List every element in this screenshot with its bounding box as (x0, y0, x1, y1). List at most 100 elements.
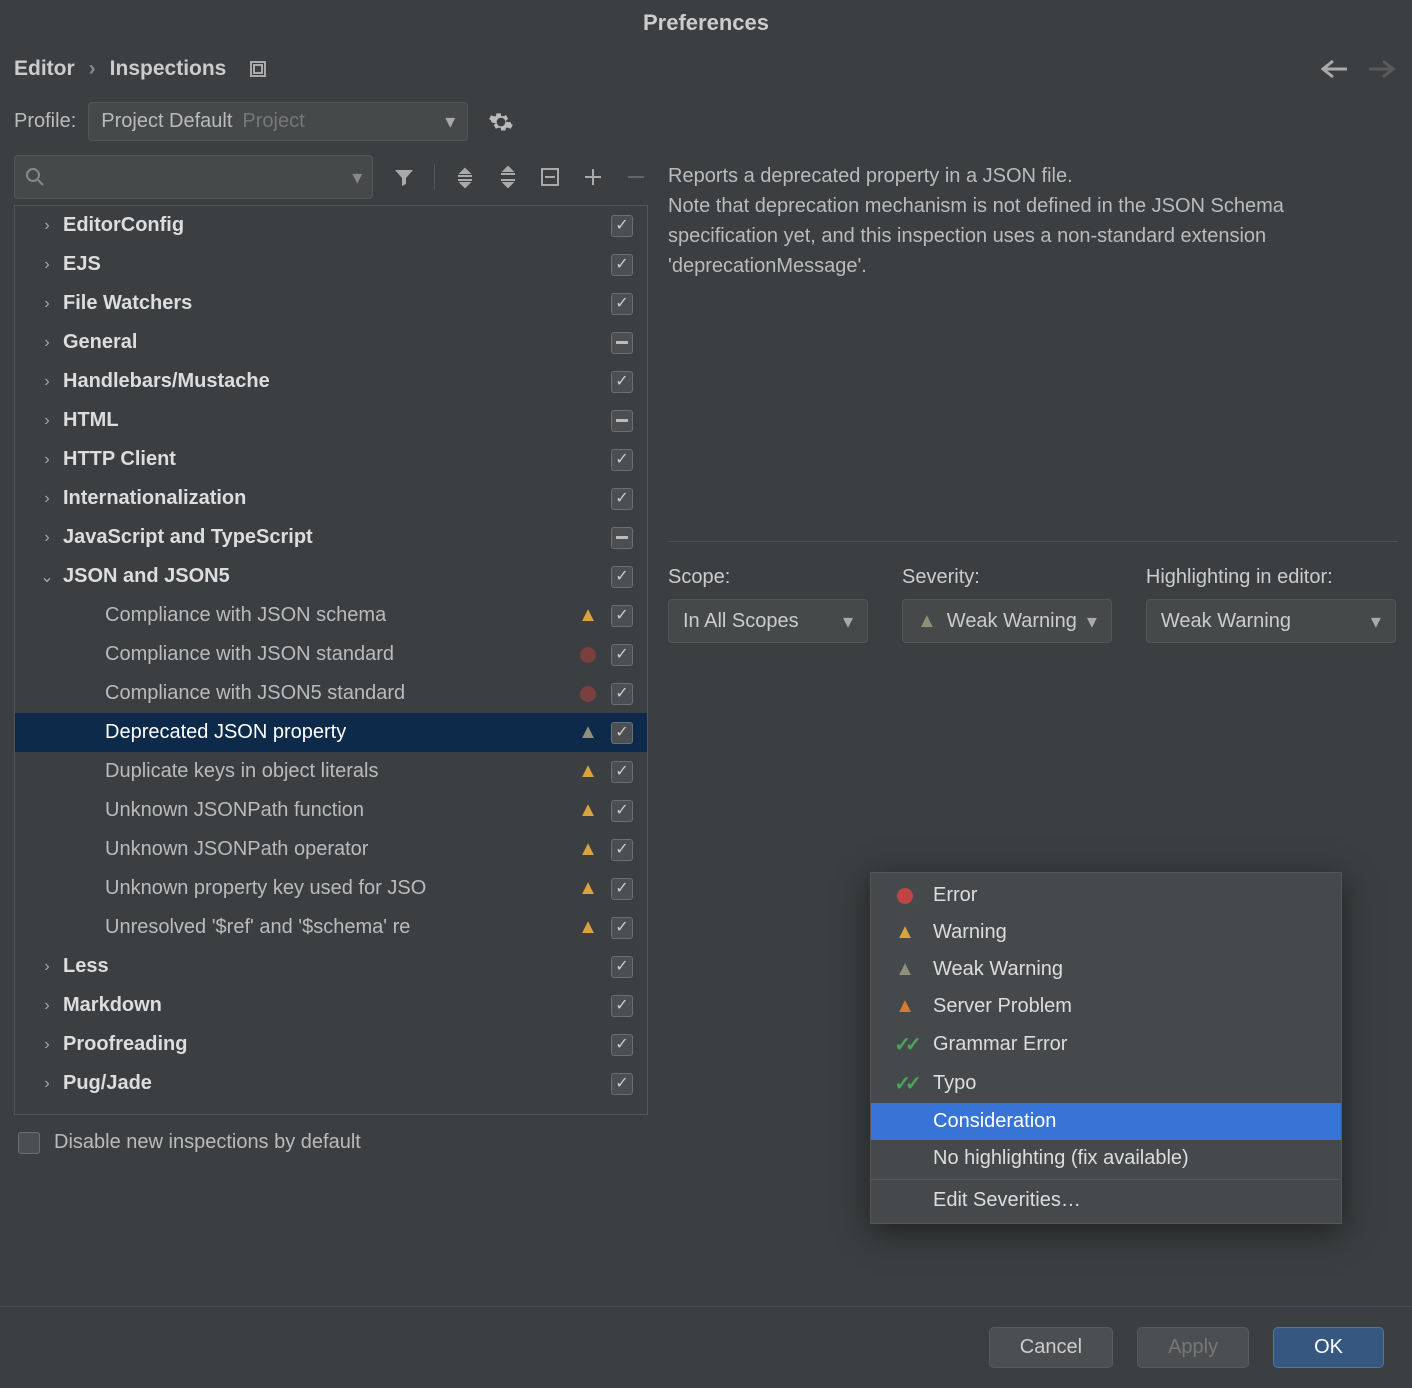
inspection-category[interactable]: › EJS (15, 245, 647, 284)
inspection-checkbox[interactable] (611, 566, 633, 588)
inspection-checkbox[interactable] (611, 215, 633, 237)
inspection-item[interactable]: Unresolved '$ref' and '$schema' re ▲ (15, 908, 647, 947)
chevron-icon[interactable]: › (37, 373, 57, 391)
breadcrumb-root[interactable]: Editor (14, 57, 75, 81)
severity-option[interactable]: Consideration (871, 1103, 1341, 1140)
tree-item-label: HTML (63, 409, 119, 432)
severity-option[interactable]: Error (871, 877, 1341, 914)
inspection-category[interactable]: › Markdown (15, 986, 647, 1025)
severity-icon: ✓✓ (893, 1032, 917, 1057)
remove-icon[interactable] (623, 164, 648, 190)
cancel-button[interactable]: Cancel (989, 1327, 1113, 1368)
inspection-checkbox[interactable] (611, 839, 633, 861)
inspection-category[interactable]: › General (15, 323, 647, 362)
inspection-checkbox[interactable] (611, 956, 633, 978)
inspection-category[interactable]: › File Watchers (15, 284, 647, 323)
inspection-item[interactable]: Unknown JSONPath operator ▲ (15, 830, 647, 869)
inspection-checkbox[interactable] (611, 371, 633, 393)
tree-item-label: Deprecated JSON property (105, 721, 346, 744)
inspection-item[interactable]: Unknown JSONPath function ▲ (15, 791, 647, 830)
chevron-icon[interactable]: › (37, 295, 57, 313)
inspection-category[interactable]: › JavaScript and TypeScript (15, 518, 647, 557)
inspection-checkbox[interactable] (611, 254, 633, 276)
tree-item-label: JSON and JSON5 (63, 565, 230, 588)
collapse-all-icon[interactable] (495, 164, 520, 190)
inspection-checkbox[interactable] (611, 917, 633, 939)
inspection-item[interactable]: Compliance with JSON standard (15, 635, 647, 674)
inspection-category[interactable]: › HTTP Client (15, 440, 647, 479)
window-title: Preferences (0, 0, 1412, 46)
severity-option[interactable]: ▲Warning (871, 914, 1341, 951)
chevron-icon[interactable]: › (37, 451, 57, 469)
inspection-category[interactable]: › Internationalization (15, 479, 647, 518)
chevron-icon[interactable]: › (37, 217, 57, 235)
chevron-icon[interactable]: › (37, 412, 57, 430)
inspection-category[interactable]: › Less (15, 947, 647, 986)
severity-option[interactable]: ✓✓Grammar Error (871, 1025, 1341, 1064)
severity-select[interactable]: ▲ Weak Warning ▾ (902, 599, 1112, 643)
inspection-checkbox[interactable] (611, 605, 633, 627)
chevron-icon[interactable]: › (37, 997, 57, 1015)
inspection-category[interactable]: › HTML (15, 401, 647, 440)
severity-option[interactable]: ▲Server Problem (871, 988, 1341, 1025)
severity-option[interactable]: ✓✓Typo (871, 1064, 1341, 1103)
chevron-down-icon: ▾ (445, 109, 455, 134)
severity-option[interactable]: ▲Weak Warning (871, 951, 1341, 988)
chevron-icon[interactable]: › (37, 334, 57, 352)
chevron-icon[interactable]: › (37, 1075, 57, 1093)
inspection-item[interactable]: Duplicate keys in object literals ▲ (15, 752, 647, 791)
expand-all-icon[interactable] (453, 164, 478, 190)
inspection-checkbox[interactable] (611, 800, 633, 822)
search-input[interactable]: ▾ (14, 155, 373, 199)
profile-combo[interactable]: Project Default Project ▾ (88, 102, 468, 141)
severity-badge-icon: ▲ (577, 916, 599, 939)
inspection-tree[interactable]: › EditorConfig › EJS › File Watchers › G… (14, 205, 648, 1115)
inspection-item[interactable]: Compliance with JSON schema ▲ (15, 596, 647, 635)
severity-popup: Error▲Warning▲Weak Warning▲Server Proble… (870, 872, 1342, 1224)
severity-badge-icon: ▲ (577, 838, 599, 861)
inspection-checkbox[interactable] (611, 449, 633, 471)
tree-item-label: Pug/Jade (63, 1072, 152, 1095)
gear-icon[interactable] (488, 109, 514, 135)
inspection-category[interactable]: › Handlebars/Mustache (15, 362, 647, 401)
expand-icon[interactable] (248, 59, 268, 79)
inspection-checkbox[interactable] (611, 761, 633, 783)
inspection-item[interactable]: Compliance with JSON5 standard (15, 674, 647, 713)
ok-button[interactable]: OK (1273, 1327, 1384, 1368)
highlight-select[interactable]: Weak Warning ▾ (1146, 599, 1396, 643)
severity-option[interactable]: No highlighting (fix available) (871, 1140, 1341, 1177)
inspection-checkbox[interactable] (611, 722, 633, 744)
inspection-checkbox[interactable] (611, 683, 633, 705)
inspection-checkbox[interactable] (611, 488, 633, 510)
scope-select[interactable]: In All Scopes ▾ (668, 599, 868, 643)
inspection-category[interactable]: ⌄ JSON and JSON5 (15, 557, 647, 596)
inspection-category[interactable]: › Pug/Jade (15, 1064, 647, 1103)
chevron-icon[interactable]: › (37, 1036, 57, 1054)
inspection-checkbox[interactable] (611, 878, 633, 900)
reset-icon[interactable] (538, 164, 563, 190)
chevron-icon[interactable]: ⌄ (37, 567, 57, 587)
inspection-category[interactable]: › EditorConfig (15, 206, 647, 245)
disable-new-checkbox[interactable] (18, 1132, 40, 1154)
severity-icon: ✓✓ (893, 1071, 917, 1096)
inspection-checkbox[interactable] (611, 1073, 633, 1095)
filter-icon[interactable] (391, 164, 416, 190)
inspection-item[interactable]: Unknown property key used for JSO ▲ (15, 869, 647, 908)
add-icon[interactable] (581, 164, 606, 190)
chevron-icon[interactable]: › (37, 256, 57, 274)
inspection-checkbox[interactable] (611, 332, 633, 354)
inspection-checkbox[interactable] (611, 410, 633, 432)
chevron-icon[interactable]: › (37, 490, 57, 508)
inspection-checkbox[interactable] (611, 1034, 633, 1056)
inspection-item[interactable]: Deprecated JSON property ▲ (15, 713, 647, 752)
back-arrow-icon[interactable] (1318, 54, 1352, 84)
inspection-checkbox[interactable] (611, 293, 633, 315)
inspection-checkbox[interactable] (611, 995, 633, 1017)
inspection-checkbox[interactable] (611, 527, 633, 549)
inspection-checkbox[interactable] (611, 644, 633, 666)
inspection-category[interactable]: › Proofreading (15, 1025, 647, 1064)
edit-severities[interactable]: Edit Severities… (871, 1182, 1341, 1219)
chevron-icon[interactable]: › (37, 529, 57, 547)
chevron-icon[interactable]: › (37, 958, 57, 976)
tree-item-label: File Watchers (63, 292, 192, 315)
